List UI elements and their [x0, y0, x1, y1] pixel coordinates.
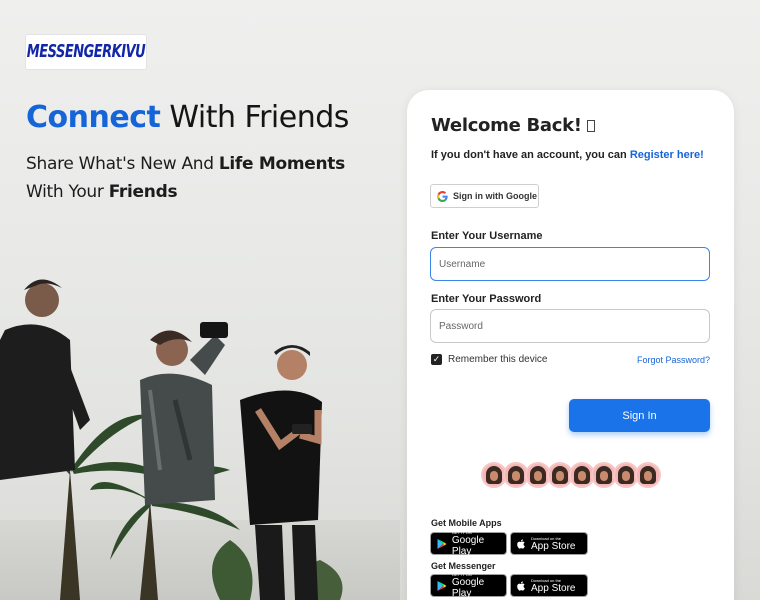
google-play-text: GET IT ON Google Play [452, 572, 506, 599]
hero-title-accent: Connect [26, 100, 161, 135]
hero-sub-bold-1: Life Moments [218, 154, 345, 174]
google-play-big: Google Play [451, 535, 485, 557]
user-avatars [481, 462, 661, 488]
hero-subtitle: Share What's New And Life Moments With Y… [26, 150, 366, 206]
google-play-icon [437, 580, 447, 591]
signin-button[interactable]: Sign In [569, 399, 710, 432]
login-card: Welcome Back! If you don't have an accou… [407, 90, 734, 600]
messenger-app-store-button[interactable]: Download on the App Store [510, 574, 588, 597]
google-play-button[interactable]: GET IT ON Google Play [430, 530, 507, 557]
no-account-text: If you don't have an account, you can Re… [431, 149, 704, 161]
app-store-big: App Store [531, 540, 576, 552]
user-avatar [635, 462, 661, 488]
welcome-text: Welcome Back! [431, 115, 582, 136]
hero-title: Connect With Friends [26, 100, 349, 135]
google-signin-button[interactable]: Sign in with Google [430, 184, 539, 208]
no-account-prompt: If you don't have an account, you can [431, 149, 630, 161]
password-label: Enter Your Password [431, 293, 542, 305]
google-play-icon [437, 538, 447, 549]
remember-checkbox[interactable]: ✓ [431, 354, 442, 365]
welcome-heading: Welcome Back! [431, 115, 595, 136]
remember-device[interactable]: ✓ Remember this device [431, 354, 547, 365]
messenger-title: Get Messenger [431, 561, 496, 571]
register-link[interactable]: Register here! [630, 149, 704, 161]
messenger-google-play-button[interactable]: GET IT ON Google Play [430, 572, 507, 599]
app-store-text: Download on the App Store [531, 578, 575, 594]
hero-title-rest: With Friends [160, 100, 349, 135]
google-play-big: Google Play [451, 577, 485, 599]
wave-emoji-icon [586, 120, 595, 132]
apple-icon [517, 580, 525, 591]
mobile-apps-title: Get Mobile Apps [431, 518, 502, 528]
brand-logo[interactable]: MESSENGERKIVU [26, 35, 146, 69]
forgot-password-link[interactable]: Forgot Password? [637, 355, 710, 365]
apple-icon [517, 538, 525, 549]
google-signin-label: Sign in with Google [453, 191, 537, 201]
username-label: Enter Your Username [431, 230, 543, 242]
brand-logo-text: MESSENGERKIVU [26, 41, 146, 63]
google-icon [437, 190, 448, 202]
hero-sub-text-1: Share What's New And [26, 154, 219, 174]
app-store-big: App Store [531, 582, 576, 594]
username-input[interactable] [430, 247, 710, 281]
hero-sub-bold-2: Friends [108, 182, 178, 202]
app-store-button[interactable]: Download on the App Store [510, 532, 588, 555]
password-input[interactable] [430, 309, 710, 343]
hero-sub-text-2: With Your [26, 182, 109, 202]
remember-label: Remember this device [448, 354, 548, 365]
google-play-text: GET IT ON Google Play [452, 530, 506, 557]
app-store-text: Download on the App Store [531, 536, 575, 552]
